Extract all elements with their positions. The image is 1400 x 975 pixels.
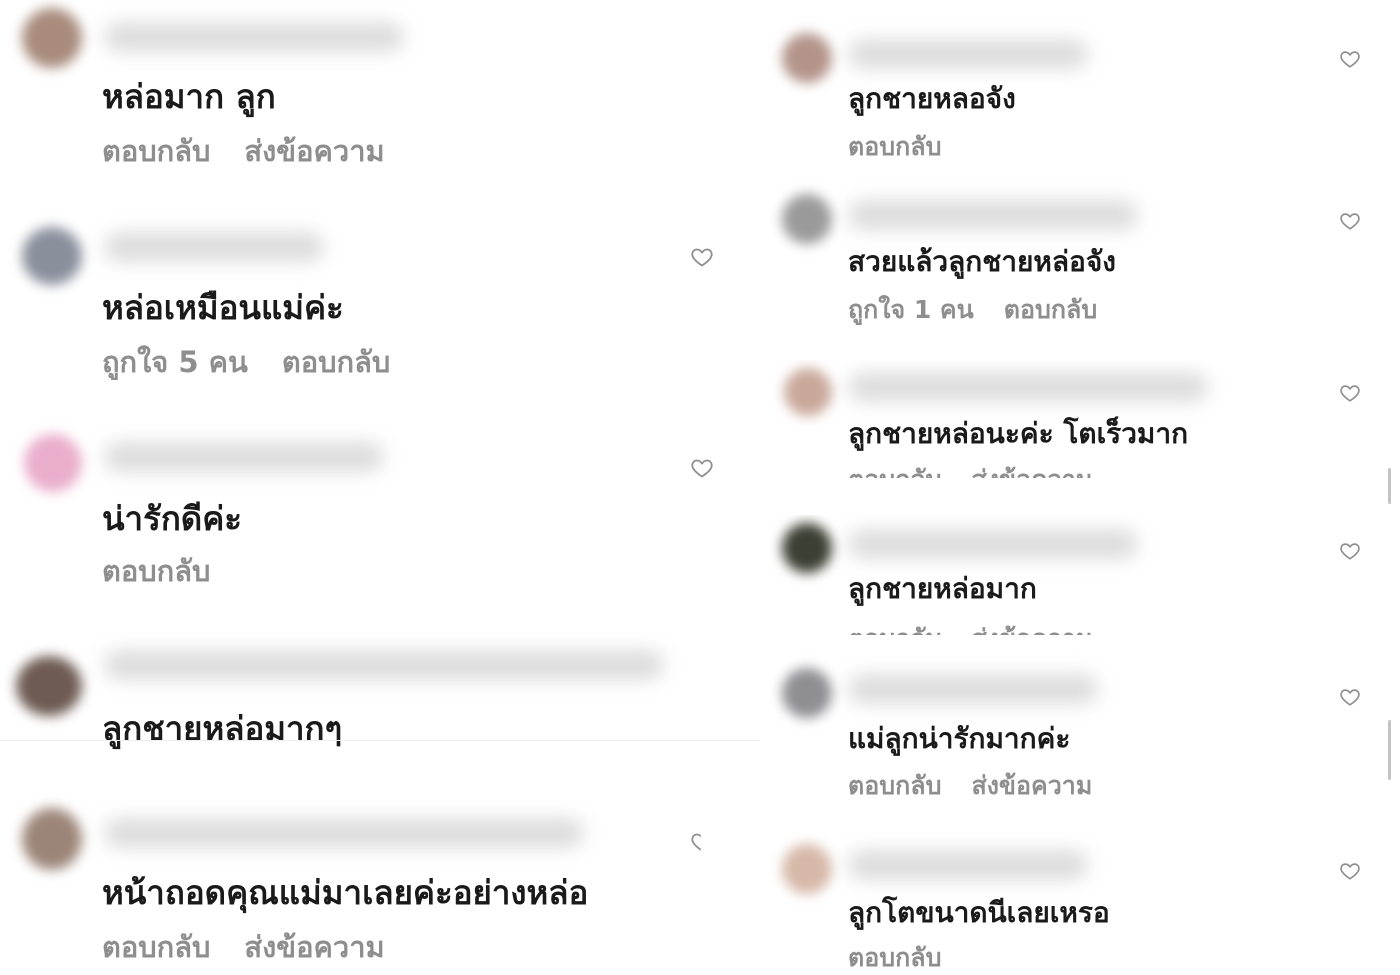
comment-text: หล่อเหมือนแม่ค่ะ — [102, 288, 344, 327]
reply-button[interactable]: ตอบกลับ — [282, 339, 390, 385]
comment-actions: ตอบกลับ — [102, 548, 210, 594]
send-message-button[interactable]: ส่งข้อความ — [244, 128, 384, 174]
reply-button[interactable]: ตอบกลับ — [102, 924, 210, 970]
avatar[interactable] — [16, 656, 82, 716]
scrollbar-thumb[interactable] — [1388, 720, 1391, 780]
heart-outline-icon[interactable] — [1339, 48, 1361, 70]
avatar[interactable] — [784, 368, 832, 416]
comment-actions: ตอบกลับ — [848, 127, 941, 167]
comment-item: แม่ลูกน่ารักมากค่ะ ตอบกลับ ส่งข้อความ — [760, 662, 1400, 812]
send-message-button[interactable]: ส่งข้อความ — [971, 619, 1092, 635]
comment-actions: ถูกใจ 1 คน ตอบกลับ — [848, 290, 1097, 330]
scrollbar-thumb[interactable] — [1388, 468, 1391, 504]
send-message-button[interactable]: ส่งข้อความ — [971, 460, 1092, 478]
heart-outline-icon[interactable] — [1339, 382, 1361, 404]
reply-button[interactable]: ตอบกลับ — [848, 619, 941, 635]
avatar[interactable] — [782, 33, 832, 83]
comment-actions: ตอบกลับ ส่งข้อความ — [848, 460, 1092, 478]
heart-outline-icon[interactable] — [1339, 686, 1361, 708]
heart-outline-icon[interactable] — [690, 830, 701, 854]
comment-actions: ถูกใจ 5 คน ตอบกลับ — [102, 339, 390, 385]
comment-item: ลูกชายหล่อมากๆ — [0, 630, 760, 748]
comment-text: ลูกชายหล่อนะค่ะ โตเร็วมาก — [848, 417, 1189, 450]
avatar[interactable] — [22, 8, 82, 68]
username-blurred[interactable] — [848, 372, 1208, 402]
username-blurred[interactable] — [104, 442, 384, 472]
username-blurred[interactable] — [104, 650, 664, 680]
heart-outline-icon[interactable] — [1339, 860, 1361, 882]
heart-outline-icon[interactable] — [1339, 540, 1361, 562]
comment-actions: ตอบกลับ ส่งข้อความ — [848, 766, 1092, 806]
reply-button[interactable]: ตอบกลับ — [848, 127, 941, 167]
comment-text: หล่อมาก ลูก — [102, 77, 276, 116]
send-message-button[interactable]: ส่งข้อความ — [244, 924, 384, 970]
username-blurred[interactable] — [848, 200, 1138, 230]
avatar[interactable] — [782, 668, 832, 718]
username-blurred[interactable] — [848, 39, 1088, 69]
reply-button[interactable]: ตอบกลับ — [848, 938, 941, 975]
comment-actions: ตอบกลับ ส่งข้อความ — [102, 924, 385, 970]
comment-item: ลูกชายหล่อนะค่ะ โตเร็วมาก ตอบกลับ ส่งข้อ… — [760, 360, 1400, 478]
reply-button[interactable]: ตอบกลับ — [102, 128, 210, 174]
like-count[interactable]: ถูกใจ 1 คน — [848, 290, 974, 330]
send-message-button[interactable]: ส่งข้อความ — [971, 766, 1092, 806]
username-blurred[interactable] — [104, 22, 404, 52]
avatar[interactable] — [22, 808, 82, 870]
comment-item: หล่อมาก ลูก ตอบกลับ ส่งข้อความ — [0, 0, 760, 190]
comment-item: หน้าถอดคุณแม่มาเลยค่ะอย่างหล่อ ตอบกลับ ส… — [0, 790, 760, 975]
avatar[interactable] — [782, 523, 832, 573]
comment-item: ลูกชายหล่อมาก ตอบกลับ ส่งข้อความ — [760, 515, 1400, 635]
avatar[interactable] — [782, 844, 832, 894]
comment-item: สวยแล้วลูกชายหล่อจัง ถูกใจ 1 คน ตอบกลับ — [760, 188, 1400, 338]
reply-button[interactable]: ตอบกลับ — [1004, 290, 1097, 330]
comment-text: สวยแล้วลูกชายหล่อจัง — [848, 245, 1116, 278]
comment-actions: ตอบกลับ ส่งข้อความ — [848, 619, 1092, 635]
comment-text: ลูกโตขนาดนีเลยเหรอ — [848, 896, 1110, 929]
username-blurred[interactable] — [104, 232, 324, 262]
comment-item: หล่อเหมือนแม่ค่ะ ถูกใจ 5 คน ตอบกลับ — [0, 205, 760, 400]
avatar[interactable] — [782, 194, 832, 244]
comment-item: ลูกชายหลอจัง ตอบกลับ — [760, 25, 1400, 175]
reply-button[interactable]: ตอบกลับ — [848, 766, 941, 806]
comment-item: น่ารักดีค่ะ ตอบกลับ — [0, 420, 760, 605]
heart-outline-icon[interactable] — [690, 245, 714, 269]
username-blurred[interactable] — [848, 850, 1088, 880]
comment-text: หน้าถอดคุณแม่มาเลยค่ะอย่างหล่อ — [102, 873, 589, 912]
comment-text: ลูกชายหล่อมากๆ — [102, 709, 343, 748]
comment-actions: ตอบกลับ — [848, 938, 941, 975]
right-comments-panel: ลูกชายหลอจัง ตอบกลับ สวยแล้วลูกชายหล่อจั… — [760, 0, 1400, 975]
username-blurred[interactable] — [104, 818, 584, 848]
divider — [0, 740, 760, 741]
like-count[interactable]: ถูกใจ 5 คน — [102, 339, 248, 385]
comment-text: น่ารักดีค่ะ — [102, 499, 243, 538]
reply-button[interactable]: ตอบกลับ — [102, 548, 210, 594]
reply-button[interactable]: ตอบกลับ — [848, 460, 941, 478]
comment-text: ลูกชายหลอจัง — [848, 82, 1016, 115]
comment-text: แม่ลูกน่ารักมากค่ะ — [848, 722, 1071, 755]
comment-text: ลูกชายหล่อมาก — [848, 572, 1037, 605]
username-blurred[interactable] — [848, 529, 1138, 559]
avatar[interactable] — [24, 434, 82, 492]
heart-outline-icon[interactable] — [690, 456, 714, 480]
username-blurred[interactable] — [848, 674, 1098, 704]
heart-outline-icon[interactable] — [1339, 210, 1361, 232]
left-comments-panel: หล่อมาก ลูก ตอบกลับ ส่งข้อความ หล่อเหมือ… — [0, 0, 760, 975]
comment-actions: ตอบกลับ ส่งข้อความ — [102, 128, 385, 174]
comment-item: ลูกโตขนาดนีเลยเหรอ ตอบกลับ — [760, 836, 1400, 975]
avatar[interactable] — [22, 227, 82, 285]
